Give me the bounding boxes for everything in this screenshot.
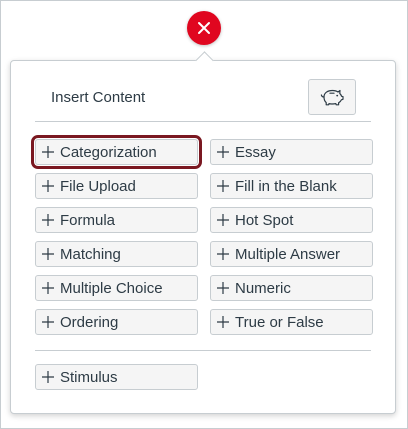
plus-icon [42,146,54,158]
plus-icon [42,371,54,383]
plus-icon [42,282,54,294]
plus-icon [217,316,229,328]
insert-file-upload-button[interactable]: File Upload [35,173,198,199]
item-label: Essay [235,143,276,161]
piggy-bank-icon [320,89,344,106]
popover-title: Insert Content [51,89,146,106]
item-label: Multiple Choice [60,279,163,297]
plus-icon [217,180,229,192]
insert-matching-button[interactable]: Matching [35,241,198,267]
insert-categorization-button[interactable]: Categorization [31,135,202,169]
insert-numeric-button[interactable]: Numeric [210,275,373,301]
insert-fill-in-the-blank-button[interactable]: Fill in the Blank [210,173,373,199]
insert-hot-spot-button[interactable]: Hot Spot [210,207,373,233]
insert-ordering-button[interactable]: Ordering [35,309,198,335]
insert-stimulus-button[interactable]: Stimulus [35,364,198,390]
item-label: Multiple Answer [235,245,341,263]
item-label: Stimulus [60,368,118,386]
item-label: File Upload [60,177,136,195]
close-icon [198,22,210,34]
item-label: Numeric [235,279,291,297]
insert-multiple-answer-button[interactable]: Multiple Answer [210,241,373,267]
close-button[interactable] [187,11,221,45]
header-divider [35,121,371,122]
plus-icon [42,180,54,192]
item-label: True or False [235,313,324,331]
insert-essay-button[interactable]: Essay [210,139,373,165]
item-label: Ordering [60,313,119,331]
insert-formula-button[interactable]: Formula [35,207,198,233]
item-label: Formula [60,211,116,229]
plus-icon [42,316,54,328]
item-bank-button[interactable] [308,79,356,115]
item-label: Categorization [60,143,157,161]
plus-icon [217,146,229,158]
plus-icon [217,282,229,294]
plus-icon [42,248,54,260]
plus-icon [217,248,229,260]
item-label: Matching [60,245,121,263]
section-divider [35,350,371,351]
insert-multiple-choice-button[interactable]: Multiple Choice [35,275,198,301]
item-label: Hot Spot [235,211,294,229]
plus-icon [217,214,229,226]
item-label: Fill in the Blank [235,177,337,195]
insert-true-or-false-button[interactable]: True or False [210,309,373,335]
insert-content-popover: Insert Content Categorization Essay File U… [10,51,396,414]
plus-icon [42,214,54,226]
